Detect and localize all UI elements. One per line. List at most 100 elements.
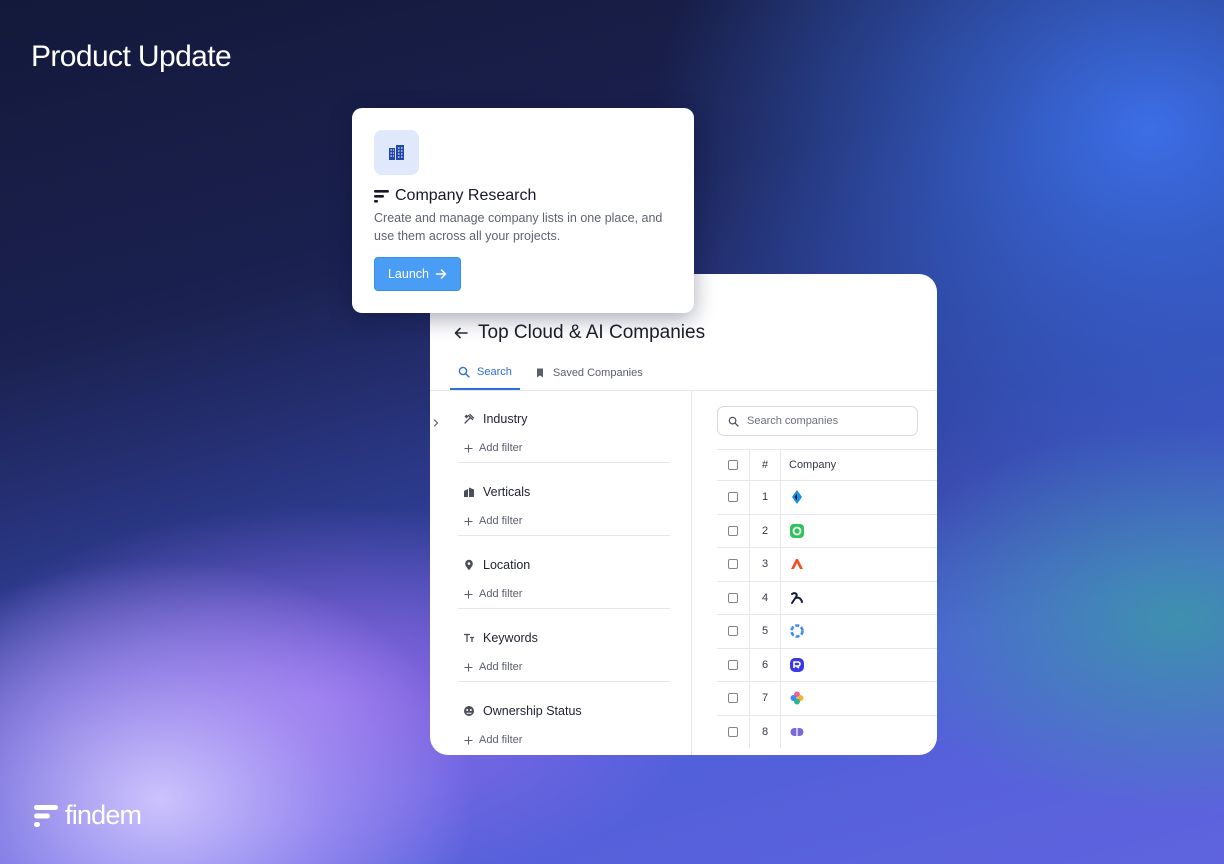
company-logo-icon [792, 490, 802, 505]
plus-icon [464, 663, 473, 671]
table-row[interactable]: 8 [717, 714, 937, 748]
add-filter-label: Add filter [479, 442, 523, 454]
table-row[interactable]: 3 [717, 547, 937, 581]
add-filter-button[interactable]: Add filter [464, 515, 522, 527]
add-filter-button[interactable]: Add filter [464, 588, 522, 600]
row-checkbox[interactable] [728, 592, 738, 603]
tab-saved-companies[interactable]: Saved Companies [526, 356, 651, 390]
plus-icon [464, 590, 473, 598]
filter-group-keywords: Keywords Add filter [458, 609, 670, 682]
page-title: Product Update [31, 40, 232, 73]
brand-name: findem [65, 800, 142, 830]
tab-bar: Search Saved Companies [450, 356, 657, 390]
company-cell [781, 590, 805, 606]
row-checkbox[interactable] [728, 626, 738, 637]
company-logo-icon [791, 591, 803, 604]
filter-group-verticals: Verticals Add filter [458, 463, 670, 536]
sidebar-collapse-handle[interactable] [430, 412, 442, 434]
header-company[interactable]: Company [781, 459, 836, 471]
plus-icon [464, 736, 473, 744]
filter-label[interactable]: Keywords [463, 631, 538, 645]
row-check-cell [717, 559, 749, 570]
add-filter-button[interactable]: Add filter [464, 734, 522, 746]
filter-label-text: Keywords [483, 631, 538, 645]
row-number: 2 [749, 514, 781, 547]
company-logo-icon [790, 523, 804, 538]
table-row[interactable]: 2 [717, 513, 937, 547]
filter-label[interactable]: Location [463, 558, 530, 572]
company-logo-icon [791, 559, 803, 570]
company-cell [781, 523, 805, 539]
table-row[interactable]: 5 [717, 614, 937, 648]
filter-label[interactable]: Verticals [463, 485, 530, 499]
company-logo-icon [790, 624, 804, 639]
tab-search[interactable]: Search [450, 356, 520, 390]
select-all-cell [717, 460, 749, 470]
filter-label[interactable]: Ownership Status [463, 704, 582, 718]
row-number: 1 [749, 481, 781, 514]
add-filter-label: Add filter [479, 515, 523, 527]
filter-group-ownership-status: Ownership Status Add filter [458, 682, 670, 755]
company-logo-icon [790, 657, 804, 672]
company-cell [781, 489, 805, 505]
arrow-right-icon [435, 269, 447, 279]
filter-label-text: Industry [483, 412, 528, 426]
panel-title: Top Cloud & AI Companies [478, 322, 706, 343]
filter-label-text: Location [483, 558, 531, 572]
findem-logo-mark-icon [34, 804, 58, 827]
row-number: 5 [749, 615, 781, 648]
company-list-panel: Top Cloud & AI Companies Search Saved Co… [430, 274, 937, 755]
company-logo-icon [790, 727, 804, 736]
row-check-cell [717, 525, 749, 536]
row-checkbox[interactable] [728, 726, 738, 737]
buildings-icon [464, 487, 474, 497]
filter-label[interactable]: Industry [463, 412, 527, 426]
row-check-cell [717, 492, 749, 503]
table-row[interactable]: 7 [717, 681, 937, 715]
select-all-checkbox[interactable] [728, 460, 738, 470]
row-checkbox[interactable] [728, 492, 738, 503]
row-check-cell [717, 659, 749, 670]
row-number: 3 [749, 548, 781, 581]
plus-icon [464, 517, 473, 525]
table-row[interactable]: 6 [717, 647, 937, 681]
filter-label-text: Verticals [483, 485, 531, 499]
tools-icon [464, 413, 475, 424]
row-checkbox[interactable] [728, 525, 738, 536]
add-filter-label: Add filter [479, 734, 523, 746]
search-icon [728, 416, 739, 427]
table-row[interactable]: 4 [717, 580, 937, 614]
company-table: # Company 1 2 3 4 5 6 7 8 [717, 449, 937, 748]
company-cell [781, 623, 805, 639]
launch-button[interactable]: Launch [374, 257, 461, 291]
panel-header: Top Cloud & AI Companies [452, 322, 705, 344]
search-companies-input[interactable] [747, 415, 907, 427]
company-cell [781, 724, 805, 740]
row-check-cell [717, 726, 749, 737]
search-icon [458, 366, 470, 378]
add-filter-button[interactable]: Add filter [464, 442, 522, 454]
chevron-right-icon [433, 419, 439, 427]
row-check-cell [717, 693, 749, 704]
findem-logo-mark-icon [374, 189, 389, 203]
company-research-card: Company Research Create and manage compa… [352, 108, 694, 313]
row-checkbox[interactable] [728, 659, 738, 670]
buildings-icon [389, 145, 404, 160]
row-checkbox[interactable] [728, 693, 738, 704]
header-number[interactable]: # [749, 450, 781, 480]
row-check-cell [717, 626, 749, 637]
company-search-box[interactable] [717, 406, 918, 436]
card-icon-box [374, 130, 419, 175]
filter-sidebar: Industry Add filter Verticals Add filter [458, 390, 670, 755]
launch-button-label: Launch [387, 267, 429, 281]
back-arrow-icon[interactable] [452, 324, 470, 342]
table-header-row: # Company [717, 449, 937, 480]
column-divider [691, 390, 692, 755]
row-checkbox[interactable] [728, 559, 738, 570]
add-filter-button[interactable]: Add filter [464, 661, 522, 673]
company-cell [781, 556, 805, 572]
tab-search-label: Search [477, 366, 512, 378]
table-row[interactable]: 1 [717, 480, 937, 514]
row-check-cell [717, 592, 749, 603]
tab-saved-companies-label: Saved Companies [552, 367, 643, 379]
